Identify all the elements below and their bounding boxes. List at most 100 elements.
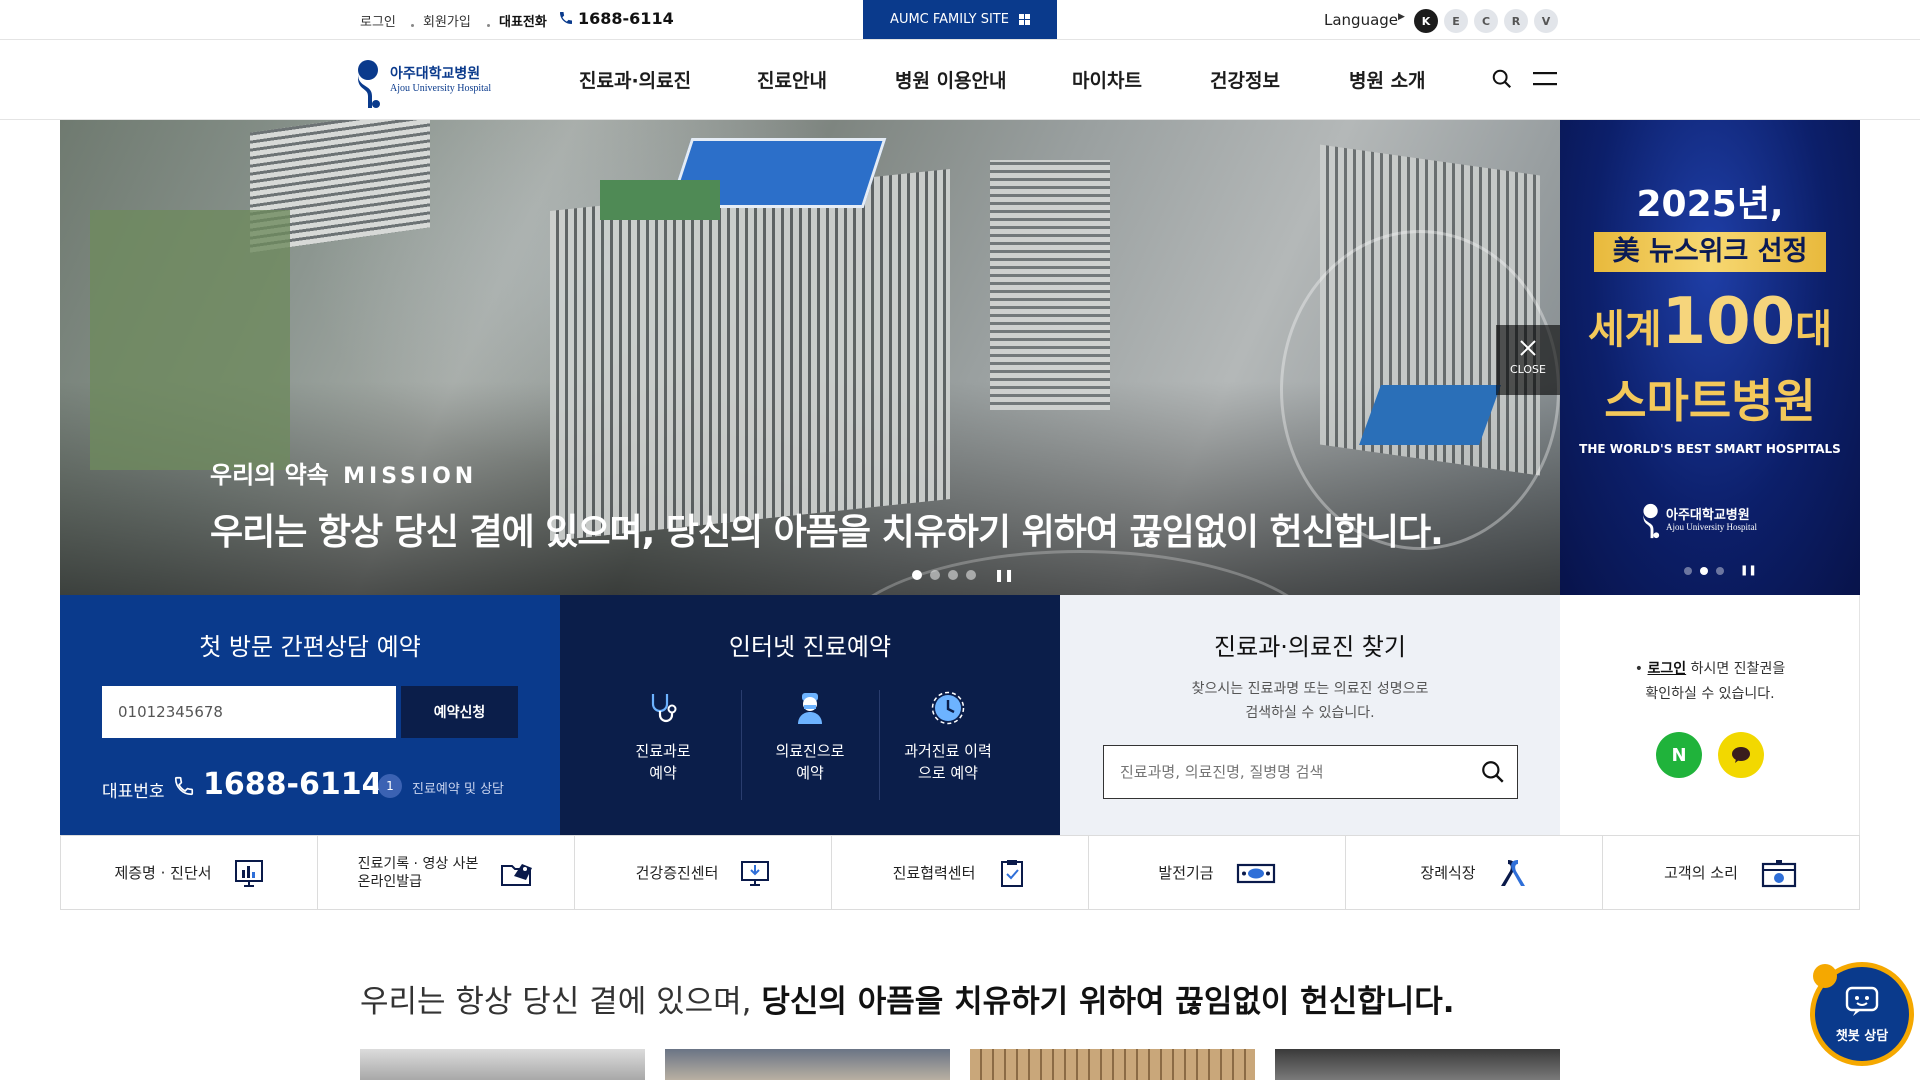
hero-label-en: MISSION [343,464,478,489]
quick-customer-voice[interactable]: 고객의 소리 [1603,836,1859,909]
quick-health-center[interactable]: 건강증진센터 [575,836,832,909]
login-message: • 로그인 하시면 진찰권을 확인하실 수 있습니다. [1560,657,1860,707]
ribbon-icon [1500,859,1525,886]
slide-dot[interactable] [1716,566,1724,575]
hero-slider: 우리의 약속 MISSION 우리는 항상 당신 곁에 있으며, 당신의 아픔을… [60,120,1560,595]
reserve-by-history[interactable]: 과거진료 이력 으로 예약 [879,690,1017,800]
family-site-button[interactable]: AUMC FAMILY SITE [863,0,1057,39]
phone-icon [174,776,194,796]
content-thumbnail[interactable] [665,1049,950,1080]
search-icon[interactable] [1491,68,1513,94]
doctor-icon [798,693,822,724]
separator-dot [411,18,414,33]
quick-fund-label: 발전기금 [1158,864,1214,882]
banner-subtitle: THE WORLD'S BEST SMART HOSPITALS [1579,442,1841,456]
bullet: • [1634,661,1644,677]
history-clock-icon [931,691,965,725]
chatbot-badge [1813,964,1837,988]
quick-health-label: 건강증진센터 [635,864,719,882]
login-text1: 하시면 진찰권을 [1686,661,1786,677]
mission-light: 우리는 항상 당신 곁에 있으며, [360,984,762,1020]
signup-link[interactable]: 회원가입 [423,11,471,30]
kakao-talk-icon [1732,747,1750,763]
hospital-logo[interactable]: 아주대학교병원 Ajou University Hospital [356,58,506,108]
logo-korean: 아주대학교병원 [390,66,481,82]
logo-mark-icon [358,60,380,108]
mailbox-icon [1761,859,1796,887]
separator-dot [487,18,490,33]
quick-records-copy[interactable]: 진료기록 · 영상 사본 온라인발급 [318,836,575,909]
pause-icon[interactable]: ❚❚ [994,568,1014,582]
quick-certificates[interactable]: 제증명 · 진단서 [61,836,318,909]
chatbot-button[interactable]: 챗봇 상담 [1810,962,1914,1066]
chart-board-icon [234,859,263,887]
content-thumbnail[interactable] [1275,1049,1560,1080]
slide-dot-active[interactable] [1700,566,1708,575]
phone-label: 대표전화 [499,15,547,30]
reserve-dept-label: 진료과로 예약 [635,742,691,782]
quick-certificates-label: 제증명 · 진단서 [114,864,212,882]
hero-close-button[interactable]: CLOSE [1496,325,1560,395]
rep-number[interactable]: 1688-6114 [203,767,382,802]
menu-icon[interactable] [1533,70,1557,92]
search-icon[interactable] [1480,759,1506,785]
login-text2: 확인하실 수 있습니다. [1645,686,1775,702]
money-icon [1236,863,1275,883]
nav-about[interactable]: 병원 소개 [1349,66,1426,93]
reserve-by-doctor[interactable]: 의료진으로 예약 [741,690,879,800]
content-thumbnail[interactable] [360,1049,645,1080]
slide-dot[interactable] [966,570,976,580]
banner-top100-a: 세계 [1587,307,1662,353]
stethoscope-icon [651,694,677,723]
quick-funeral-hall[interactable]: 장례식장 [1346,836,1603,909]
login-card-panel: • 로그인 하시면 진찰권을 확인하실 수 있습니다. N [1560,595,1860,835]
banner-top100-num: 100 [1661,285,1796,359]
hero-headline: 우리는 항상 당신 곁에 있으며, 당신의 아픔을 치유하기 위하여 끊임없이 … [210,512,1444,553]
slide-dot[interactable] [1684,566,1692,575]
slide-dot-active[interactable] [912,570,922,580]
login-link[interactable]: 로그인 [1648,661,1687,677]
naver-login-button[interactable]: N [1656,732,1702,778]
phone-icon [558,10,574,30]
caret-right-icon: ▶ [1398,12,1405,22]
phone-input[interactable] [102,686,396,738]
reserve-history-label: 과거진료 이력 으로 예약 [904,742,992,782]
banner-newsweek: 美 뉴스위크 선정 [1594,232,1826,272]
kakao-login-button[interactable] [1718,732,1764,778]
content-thumbnail[interactable] [970,1049,1255,1080]
quick-funeral-label: 장례식장 [1420,864,1476,882]
nav-guide[interactable]: 진료안내 [757,66,827,93]
monitor-download-icon [741,860,770,886]
slide-dot[interactable] [930,570,940,580]
slide-dot[interactable] [948,570,958,580]
award-banner[interactable]: 2025년, 美 뉴스위크 선정 세계100대 스마트병원 THE WORLD'… [1560,120,1860,595]
reserve-doctor-label: 의료진으로 예약 [775,742,845,782]
consult-submit-button[interactable]: 예약신청 [401,686,518,738]
quick-cooperation-center[interactable]: 진료협력센터 [832,836,1089,909]
phone-number[interactable]: 1688-6114 [578,9,674,28]
chatbot-label: 챗봇 상담 [1835,1029,1889,1044]
pause-icon[interactable]: ❚❚ [1740,565,1757,576]
reserve-by-department[interactable]: 진료과로 예약 [594,690,732,800]
quick-development-fund[interactable]: 발전기금 [1089,836,1346,909]
lang-r-button[interactable]: R [1504,9,1528,33]
lang-c-button[interactable]: C [1474,9,1498,33]
mission-statement: 우리는 항상 당신 곁에 있으며, 당신의 아픔을 치유하기 위하여 끊임없이 … [360,976,1455,1021]
hero-label: 우리의 약속 MISSION [210,455,477,490]
utility-bar: 로그인 회원가입 대표전화 1688-6114 AUMC FAMILY SITE… [0,0,1920,40]
nav-mychart[interactable]: 마이차트 [1072,66,1142,93]
hero-pagination: ❚❚ [912,568,1014,582]
quick-menu: 제증명 · 진단서 진료기록 · 영상 사본 온라인발급 건강증진센터 진료협력… [60,835,1860,910]
find-department-panel: 진료과·의료진 찾기 찾으시는 진료과명 또는 의료진 성명으로 검색하실 수 … [1060,595,1560,835]
lang-e-button[interactable]: E [1444,9,1468,33]
lang-k-button[interactable]: K [1414,9,1438,33]
banner-logo-ko: 아주대학교병원 [1666,508,1750,523]
nav-health-info[interactable]: 건강정보 [1210,66,1280,93]
lang-v-button[interactable]: V [1534,9,1558,33]
nav-departments[interactable]: 진료과·의료진 [579,66,691,93]
department-search-input[interactable] [1103,745,1518,799]
nav-hospital-use[interactable]: 병원 이용안내 [895,66,1007,93]
login-link[interactable]: 로그인 [360,11,396,30]
grid-icon [1018,14,1030,25]
naver-icon: N [1671,744,1687,766]
